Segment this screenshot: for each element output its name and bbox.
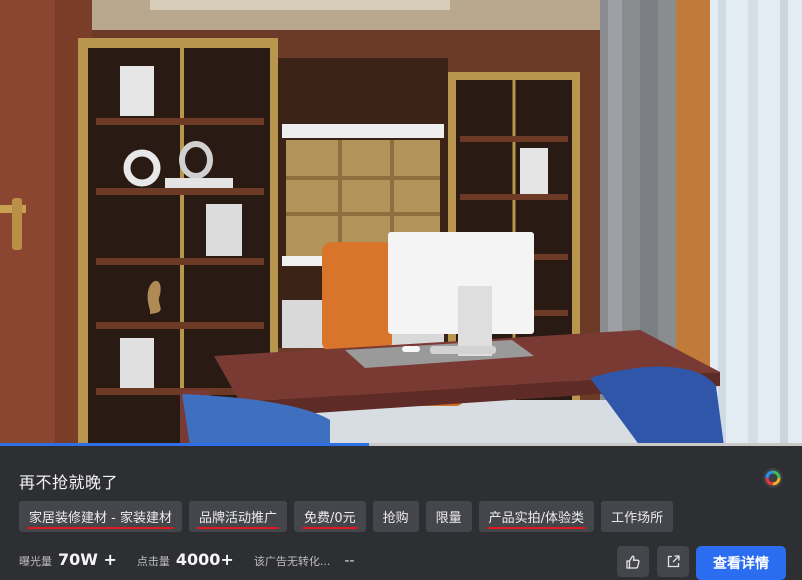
like-button[interactable] — [617, 546, 649, 577]
tag-chip: 产品实拍/体验类 — [478, 501, 595, 532]
tag-underline — [196, 527, 279, 529]
tag-underline — [301, 527, 358, 529]
tag-underline — [27, 527, 174, 529]
thumbs-up-icon — [626, 555, 640, 569]
tag-chip: 免费/0元 — [293, 501, 366, 532]
tag-label: 限量 — [435, 511, 462, 526]
tag-label: 家居装修建材 - 家装建材 — [29, 511, 172, 526]
tag-chip: 家居装修建材 - 家装建材 — [19, 501, 182, 532]
clicks-value: 4000+ — [175, 550, 234, 569]
tag-list: 家居装修建材 - 家装建材 品牌活动推广 免费/0元 抢购 限量 产品实拍/体验类 工作场所 — [19, 501, 674, 532]
tag-underline — [486, 527, 587, 529]
tag-chip: 限量 — [425, 501, 472, 532]
ad-info-panel: 再不抢就晚了 家居装修建材 - 家装建材 品牌活动推广 免费/0元 抢购 限量 产品实拍/… — [0, 447, 802, 580]
tag-label: 工作场所 — [611, 511, 664, 526]
ad-title: 再不抢就晚了 — [19, 473, 119, 492]
view-details-button[interactable]: 查看详情 — [696, 546, 786, 580]
video-progress-fill — [0, 443, 369, 446]
external-link-icon — [667, 555, 680, 568]
office-scene-image — [0, 0, 802, 446]
exposure-value: 70W + — [58, 550, 117, 569]
tag-label: 产品实拍/体验类 — [488, 511, 585, 526]
tag-chip: 抢购 — [372, 501, 419, 532]
tag-chip: 品牌活动推广 — [188, 501, 287, 532]
share-button[interactable] — [657, 546, 689, 577]
tag-label: 免费/0元 — [303, 511, 356, 526]
tag-label: 抢购 — [382, 511, 409, 526]
colorful-circle-icon[interactable] — [763, 468, 783, 488]
video-preview[interactable] — [0, 0, 802, 446]
tag-label: 品牌活动推广 — [198, 511, 277, 526]
exposure-label: 曝光量 — [19, 555, 52, 568]
ad-stats: 曝光量 70W + 点击量 4000+ 该广告无转化... -- — [19, 550, 354, 569]
conversion-value: -- — [344, 553, 355, 569]
tag-chip: 工作场所 — [601, 501, 674, 532]
conversion-note: 该广告无转化... — [253, 555, 331, 568]
ad-card: 再不抢就晚了 家居装修建材 - 家装建材 品牌活动推广 免费/0元 抢购 限量 产品实拍/… — [0, 0, 802, 580]
clicks-label: 点击量 — [136, 555, 170, 568]
video-progress-bar[interactable] — [0, 443, 802, 446]
